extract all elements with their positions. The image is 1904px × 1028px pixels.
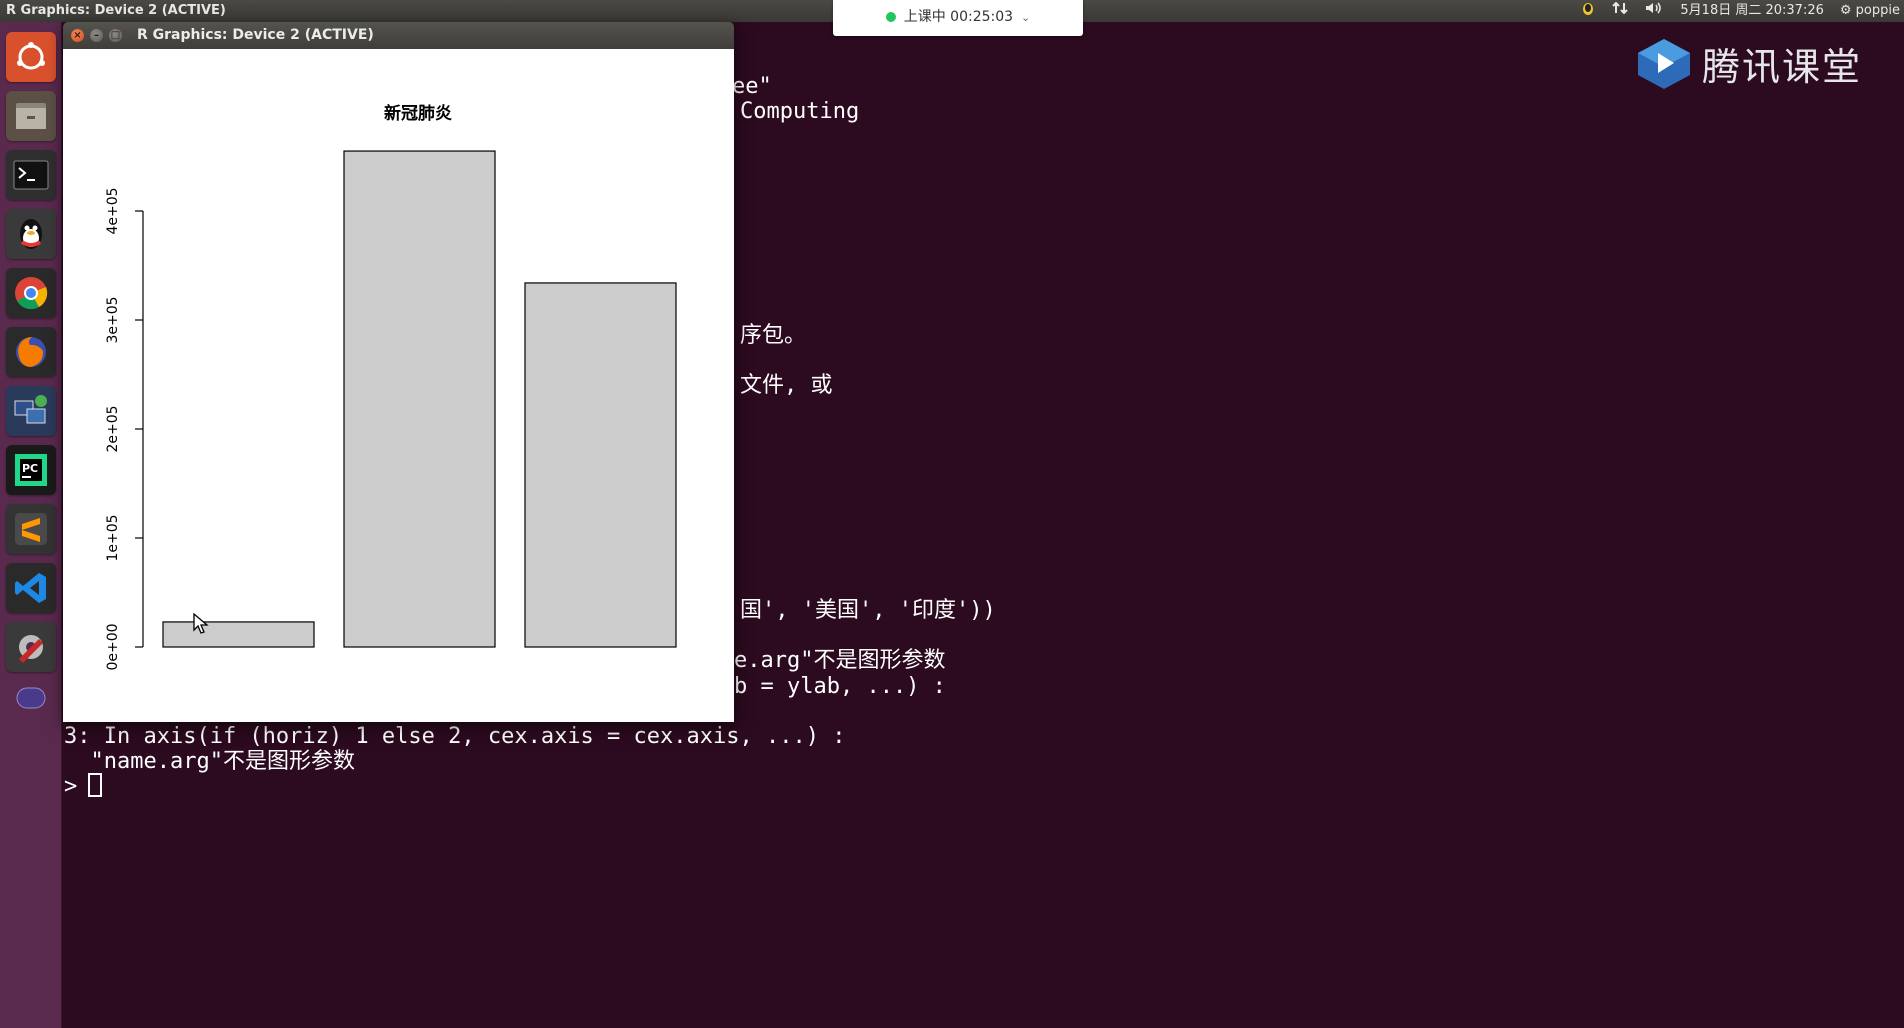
remote-desktop-icon [13, 393, 49, 429]
network-icon[interactable] [1612, 0, 1629, 22]
minimize-icon: – [94, 30, 99, 41]
chevron-down-icon: ⌄ [1021, 11, 1031, 24]
y-tick-label: 3e+05 [105, 296, 121, 343]
maximize-button[interactable]: □ [109, 29, 122, 42]
svg-text:PC: PC [22, 462, 38, 475]
y-tick-label: 2e+05 [105, 405, 121, 452]
launcher-item[interactable] [6, 209, 56, 259]
terminal-line: 国', '美国', '印度')) [740, 598, 996, 623]
terminal-icon [13, 160, 49, 190]
mouse-pointer [193, 613, 209, 635]
firefox-icon [13, 334, 49, 370]
y-tick-label: 1e+05 [105, 514, 121, 561]
launcher-item[interactable] [6, 504, 56, 554]
indicator-area: 5月18日 周二 20:37:26 ⚙ poppie [1580, 0, 1904, 22]
bar [343, 150, 496, 648]
launcher-item[interactable] [6, 268, 56, 318]
session-menu[interactable]: ⚙ poppie [1840, 0, 1900, 22]
minimize-button[interactable]: – [90, 29, 103, 42]
vscode-icon [13, 570, 49, 606]
r-graphics-window: × – □ R Graphics: Device 2 (ACTIVE) 新冠肺炎… [63, 22, 734, 722]
sublime-text-icon [13, 511, 49, 547]
terminal-line: "name.arg"不是图形参数 [64, 749, 355, 774]
terminal-prompt: > [64, 774, 78, 799]
unity-launcher: PC [0, 22, 62, 1028]
user-name: poppie [1855, 3, 1900, 18]
launcher-item[interactable] [6, 563, 56, 613]
tencent-classroom-logo: 腾讯课堂 [1634, 36, 1862, 91]
classroom-status-text: 上课中 00:25:03 [903, 9, 1014, 25]
launcher-item[interactable] [6, 327, 56, 377]
launcher-item[interactable]: PC [6, 445, 56, 495]
clock[interactable]: 5月18日 周二 20:37:26 [1680, 0, 1823, 22]
launcher-item[interactable] [6, 681, 56, 715]
workspace-switcher-icon [13, 686, 49, 710]
plot-canvas: 新冠肺炎 0e+00 1e+05 2e+05 3e+05 4e+05 [63, 49, 734, 722]
system-settings-icon [13, 629, 49, 665]
chart-title: 新冠肺炎 [384, 103, 452, 124]
launcher-item[interactable] [6, 32, 56, 82]
close-button[interactable]: × [71, 29, 84, 42]
bar [524, 282, 677, 648]
y-tick-label: 0e+00 [105, 623, 121, 670]
launcher-item[interactable] [6, 386, 56, 436]
bar [162, 621, 315, 648]
close-icon: × [73, 30, 82, 41]
terminal-line: ee" [732, 74, 772, 99]
tencent-classroom-logo-icon [1638, 38, 1690, 89]
qq-icon [16, 216, 46, 252]
terminal-cursor[interactable] [88, 773, 102, 797]
launcher-item[interactable] [6, 91, 56, 141]
terminal-line: 序包。 [740, 323, 807, 348]
bar-chart: 新冠肺炎 0e+00 1e+05 2e+05 3e+05 4e+05 [105, 103, 677, 671]
y-tick-label: 4e+05 [105, 187, 121, 234]
terminal-line: e.arg"不是图形参数 [734, 648, 946, 673]
dash-home-icon [14, 40, 48, 74]
terminal-line: b = ylab, ...) : [734, 674, 946, 699]
terminal-line: 3: In axis(if (horiz) 1 else 2, cex.axis… [64, 724, 846, 749]
launcher-item[interactable] [6, 150, 56, 200]
maximize-icon: □ [110, 30, 121, 41]
live-status-dot [885, 12, 896, 22]
active-window-title: R Graphics: Device 2 (ACTIVE) [6, 3, 226, 18]
qq-tray-icon[interactable] [1580, 0, 1596, 22]
terminal-line: 文件, 或 [740, 373, 833, 398]
y-axis: 0e+00 1e+05 2e+05 3e+05 4e+05 [105, 187, 144, 671]
window-titlebar[interactable]: × – □ R Graphics: Device 2 (ACTIVE) [63, 22, 734, 49]
chrome-icon [13, 275, 49, 311]
volume-icon[interactable] [1644, 0, 1664, 22]
logo-text: 腾讯课堂 [1702, 45, 1863, 89]
window-title: R Graphics: Device 2 (ACTIVE) [137, 27, 374, 43]
launcher-item[interactable] [6, 622, 56, 672]
terminal-line: Computing [740, 99, 860, 124]
pycharm-icon: PC [13, 452, 49, 488]
gear-icon: ⚙ [1839, 3, 1852, 18]
classroom-status-pill[interactable]: 上课中 00:25:03 ⌄ [833, 0, 1083, 36]
files-icon [13, 99, 49, 133]
bars [162, 150, 677, 648]
